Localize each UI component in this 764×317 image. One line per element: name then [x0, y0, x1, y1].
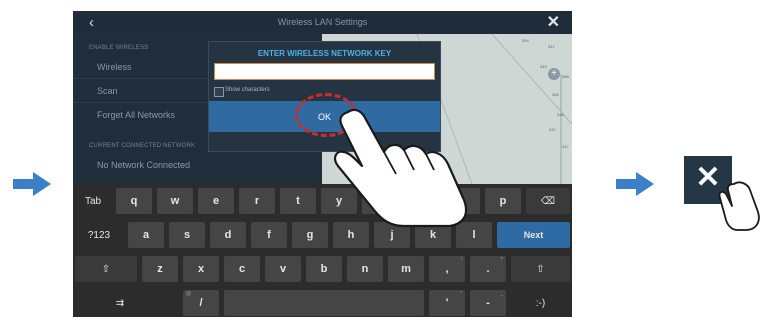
key-n[interactable]: n — [347, 256, 383, 282]
key-period-label: . — [486, 263, 490, 275]
page-title: Wireless LAN Settings — [277, 17, 368, 27]
key-apostrophe[interactable]: ' " — [429, 290, 465, 316]
key-dash[interactable]: - _ — [470, 290, 506, 316]
key-slash-label: / — [199, 297, 203, 309]
dialog-title: ENTER WIRELESS NETWORK KEY — [257, 49, 392, 58]
key-c[interactable]: c — [224, 256, 260, 282]
key-v[interactable]: v — [265, 256, 301, 282]
key-s[interactable]: s — [169, 222, 205, 248]
key-sup: ? — [500, 257, 503, 263]
key-z[interactable]: z — [142, 256, 178, 282]
key-w[interactable]: w — [157, 188, 193, 214]
key-next[interactable]: Next — [497, 222, 570, 248]
key-q[interactable]: q — [116, 188, 152, 214]
title-bar: ‹ Wireless LAN Settings ✕ — [73, 11, 572, 34]
wireless-item[interactable]: Wireless — [97, 62, 132, 72]
key-d[interactable]: d — [210, 222, 246, 248]
section-enable-wireless: ENABLE WIRELESS — [89, 45, 149, 51]
key-sup: _ — [500, 291, 503, 297]
key-m[interactable]: m — [388, 256, 424, 282]
depth-label: 388 — [562, 74, 569, 79]
key-r[interactable]: r — [239, 188, 275, 214]
key-b[interactable]: b — [306, 256, 342, 282]
key-p[interactable]: p — [485, 188, 521, 214]
key-emoji[interactable]: :-) — [511, 290, 570, 316]
key-slash[interactable]: / @ — [183, 290, 219, 316]
zoom-in-icon[interactable]: + — [548, 68, 560, 80]
pointing-hand-icon — [334, 108, 468, 228]
show-characters-label: Show characters — [225, 87, 270, 93]
depth-label: 341 — [548, 44, 555, 49]
connected-network-status: No Network Connected — [97, 160, 191, 170]
depth-label: 394 — [522, 38, 529, 43]
pointing-finger-icon — [718, 181, 760, 231]
key-symbols[interactable]: ?123 — [75, 222, 123, 248]
show-characters-checkbox[interactable] — [214, 87, 224, 97]
scan-item[interactable]: Scan — [97, 86, 118, 96]
key-settings[interactable]: ⇉ — [75, 290, 165, 316]
depth-label: 366 — [552, 92, 559, 97]
depth-label: 346 — [557, 112, 564, 117]
key-shift-left[interactable]: ⇧ — [75, 256, 137, 282]
key-space[interactable] — [224, 290, 424, 316]
key-sup: ! — [460, 257, 462, 263]
key-a[interactable]: a — [128, 222, 164, 248]
key-e[interactable]: e — [198, 188, 234, 214]
key-apostrophe-label: ' — [445, 297, 449, 309]
close-icon[interactable]: ✕ — [547, 12, 560, 32]
forget-networks-item[interactable]: Forget All Networks — [97, 110, 175, 120]
key-backspace[interactable]: ⌫ — [526, 188, 570, 214]
section-connected-network: CURRENT CONNECTED NETWORK — [89, 143, 196, 149]
key-comma-label: , — [445, 263, 449, 275]
key-period[interactable]: .? — [470, 256, 506, 282]
key-sup: @ — [186, 291, 192, 297]
key-x[interactable]: x — [183, 256, 219, 282]
depth-label: 340 — [549, 127, 556, 132]
key-dash-label: - — [486, 297, 490, 309]
key-shift-right[interactable]: ⇧ — [511, 256, 570, 282]
depth-label: 345 — [540, 64, 547, 69]
network-key-input[interactable] — [214, 63, 435, 80]
key-comma[interactable]: ,! — [429, 256, 465, 282]
key-f[interactable]: f — [251, 222, 287, 248]
key-tab[interactable]: Tab — [75, 188, 111, 214]
key-sup: " — [460, 291, 462, 297]
depth-label: 347 — [562, 144, 569, 149]
